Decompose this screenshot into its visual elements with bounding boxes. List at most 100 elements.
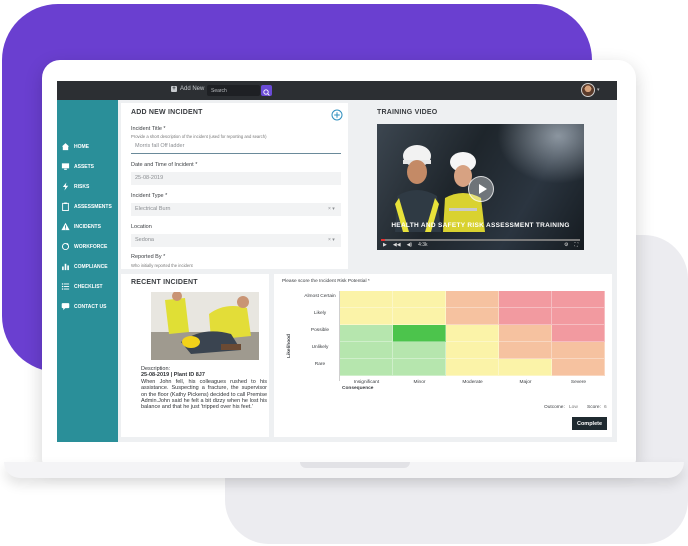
field-underline (131, 153, 341, 154)
home-icon (61, 143, 70, 151)
matrix-cell[interactable] (340, 308, 393, 325)
sidebar-item-risks[interactable]: RISKS (61, 182, 89, 191)
search-icon (263, 89, 270, 96)
matrix-column-label: Major (519, 380, 532, 385)
app-screen: + Add New Search ▾ HOME ASSETS RISKS ASS… (57, 81, 617, 442)
score-label: Score: (587, 405, 601, 410)
play-icon[interactable]: ▶ (383, 242, 387, 248)
training-video-player[interactable]: HEALTH AND SAFETY RISK ASSESSMENT TRAINI… (377, 124, 584, 250)
risk-prompt: Please score the Incident Risk Potential… (282, 279, 370, 284)
sidebar-item-label: HOME (74, 143, 89, 150)
incident-title-field[interactable]: Morris fall Off ladder (131, 140, 341, 152)
matrix-cell[interactable] (552, 342, 605, 359)
avatar[interactable] (581, 83, 595, 97)
search-input[interactable]: Search (207, 85, 260, 96)
play-button[interactable] (468, 176, 494, 202)
video-progress-bar[interactable] (381, 239, 580, 241)
sidebar-item-incidents[interactable]: INCIDENTS (61, 222, 101, 231)
video-controls-left: ▶ ◀◀ ◀) 4:3k (383, 242, 428, 248)
matrix-cell[interactable] (446, 308, 499, 325)
incident-illustration (151, 292, 259, 360)
datetime-label: Date and Time of Incident * (131, 162, 198, 168)
chat-icon (61, 303, 70, 311)
outcome-label: Outcome: (544, 405, 565, 410)
matrix-cell[interactable] (446, 291, 499, 308)
sidebar-item-home[interactable]: HOME (61, 142, 89, 151)
reported-by-label: Reported By * (131, 254, 166, 260)
matrix-column-label: Minor (413, 380, 426, 385)
plus-icon: + (171, 86, 177, 92)
sidebar-item-label: RISKS (74, 183, 90, 190)
matrix-cell[interactable] (552, 308, 605, 325)
x-axis-label: Consequence (342, 386, 374, 391)
volume-icon[interactable]: ◀) (407, 242, 413, 248)
video-controls-right: ⚙ ⛶ (564, 242, 578, 248)
matrix-cell[interactable] (393, 308, 446, 325)
sidebar-item-label: ASSETS (74, 163, 95, 170)
matrix-column-label: Severe (570, 380, 587, 385)
matrix-cell[interactable] (393, 359, 446, 376)
search-button[interactable] (261, 85, 272, 96)
sidebar-item-compliance[interactable]: COMPLIANCE (61, 262, 108, 271)
sidebar-item-contact-us[interactable]: CONTACT US (61, 302, 106, 311)
description-text: When John fell, his colleagues rushed to… (141, 378, 267, 411)
incident-type-select[interactable]: Electrical Burn (131, 203, 341, 216)
matrix-cell[interactable] (552, 291, 605, 308)
bar-chart-icon (62, 263, 69, 271)
matrix-cell[interactable] (552, 325, 605, 342)
row-label-column (296, 291, 340, 381)
matrix-cell[interactable] (499, 359, 552, 376)
matrix-cell[interactable] (340, 342, 393, 359)
lightning-icon (62, 182, 69, 191)
matrix-cell[interactable] (393, 342, 446, 359)
worker-figure-1 (395, 145, 441, 232)
matrix-cell[interactable] (393, 291, 446, 308)
add-new-button[interactable]: + Add New (171, 86, 204, 92)
sidebar-item-assessments[interactable]: ASSESSMENTS (61, 202, 112, 211)
matrix-row-label: Rare (314, 362, 326, 367)
video-light (497, 124, 584, 184)
location-label: Location (131, 224, 152, 230)
location-select[interactable]: Sedona (131, 234, 341, 247)
sidebar-item-assets[interactable]: ASSETS (61, 162, 94, 171)
chevron-down-icon[interactable]: ▾ (597, 87, 600, 93)
matrix-cell[interactable] (340, 359, 393, 376)
matrix-cell[interactable] (446, 359, 499, 376)
top-bar: + Add New Search ▾ (57, 81, 617, 100)
matrix-cell[interactable] (340, 325, 393, 342)
sidebar-item-workforce[interactable]: WORKFORCE (61, 242, 107, 251)
score-value: 6 (604, 405, 607, 410)
risk-matrix-panel: Please score the Incident Risk Potential… (274, 274, 612, 437)
skip-icon[interactable]: ◀◀ (393, 242, 401, 248)
clear-dropdown-icon[interactable]: × ▾ (328, 237, 335, 243)
list-icon (61, 283, 70, 290)
refresh-icon (61, 242, 70, 251)
panel-title: ADD NEW INCIDENT (131, 109, 203, 116)
matrix-row-label: Unlikely (311, 345, 329, 350)
matrix-cell[interactable] (499, 291, 552, 308)
incident-title-hint: Provide a short description of the incid… (131, 134, 267, 139)
add-circle-icon[interactable] (331, 109, 343, 121)
laptop-notch (300, 462, 410, 468)
training-video-title: TRAINING VIDEO (377, 109, 438, 116)
datetime-field[interactable]: 25-08-2019 (131, 172, 341, 185)
fullscreen-icon[interactable]: ⛶ (574, 242, 578, 248)
outcome-value: Low (569, 405, 578, 410)
complete-button[interactable]: Complete (572, 417, 607, 430)
matrix-cell[interactable] (552, 359, 605, 376)
matrix-cell-selected[interactable] (393, 325, 446, 342)
reported-by-hint: Who initially reported the incident (131, 263, 193, 268)
sidebar-item-label: ASSESSMENTS (74, 203, 112, 210)
settings-icon[interactable]: ⚙ (564, 242, 568, 248)
matrix-cell[interactable] (446, 325, 499, 342)
matrix-cell[interactable] (340, 291, 393, 308)
video-progress-fill (381, 239, 385, 241)
add-incident-panel: ADD NEW INCIDENT Incident Title * Provid… (121, 103, 348, 269)
clear-dropdown-icon[interactable]: × ▾ (328, 206, 335, 212)
sidebar-item-checklist[interactable]: CHECKLIST (61, 282, 103, 291)
matrix-cell[interactable] (499, 325, 552, 342)
marketing-stage: + Add New Search ▾ HOME ASSETS RISKS ASS… (0, 0, 688, 546)
matrix-cell[interactable] (446, 342, 499, 359)
matrix-cell[interactable] (499, 342, 552, 359)
matrix-cell[interactable] (499, 308, 552, 325)
